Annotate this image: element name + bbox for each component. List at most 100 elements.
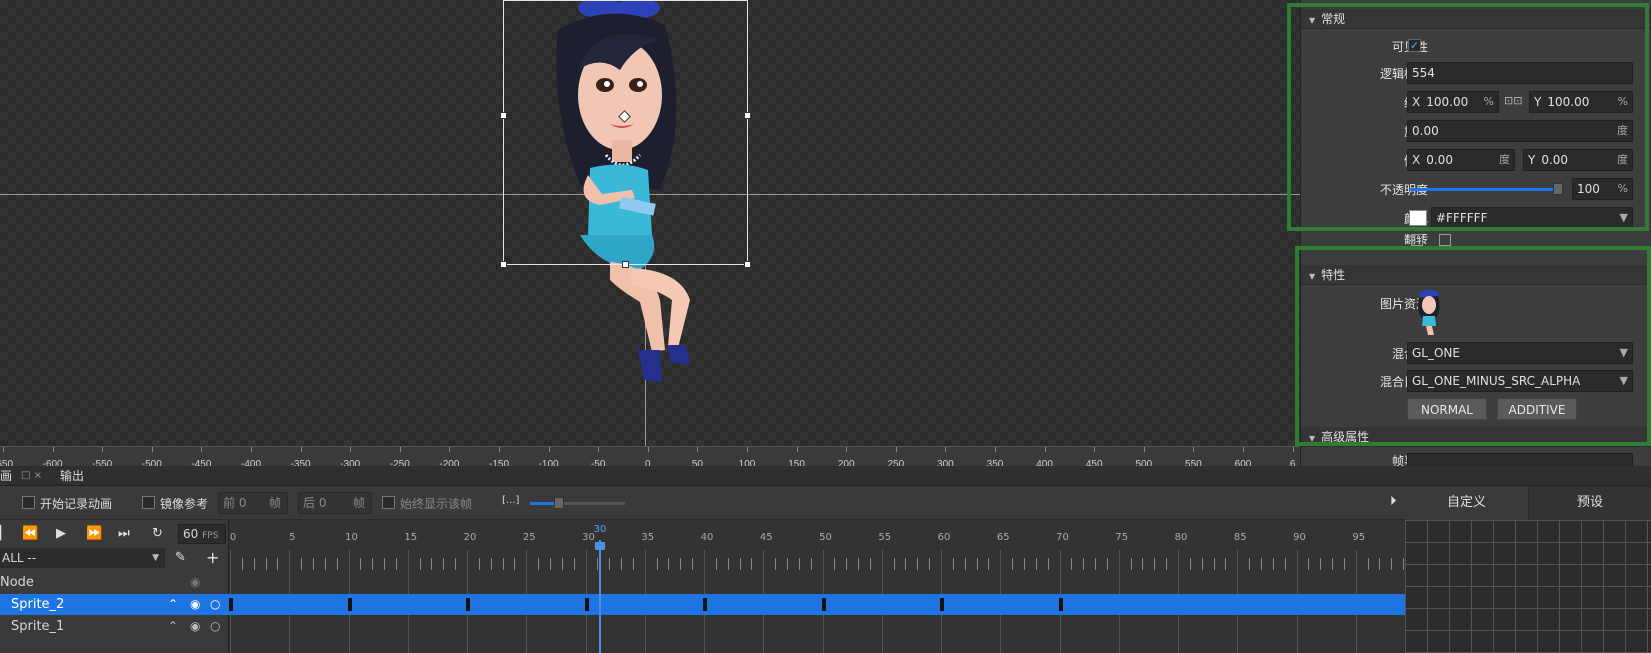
preset-curve-grid[interactable] (1405, 520, 1651, 653)
selected-track-bar[interactable] (229, 594, 1405, 615)
timeline-tick (893, 558, 895, 570)
resize-handle-sw[interactable] (500, 261, 507, 268)
frame-number: 90 (1293, 532, 1306, 543)
layer-row-sprite-2[interactable]: Sprite_2 ⌃ ◉ ○ (0, 594, 229, 615)
image-thumbnail[interactable] (1414, 290, 1444, 336)
scale-x-input[interactable]: X 100.00% (1407, 91, 1499, 113)
rotation-input[interactable]: 0.00 度 (1407, 120, 1633, 142)
blend-dst-dropdown[interactable]: GL_ONE_MINUS_SRC_ALPHA ▼ (1407, 370, 1633, 392)
before-frames-input[interactable]: 前 0 帧 (218, 492, 288, 514)
zoom-slider-thumb[interactable] (554, 497, 564, 509)
add-layer-icon[interactable]: + (206, 548, 219, 567)
tab-close-icon[interactable]: □ × (21, 466, 42, 486)
timeline-tick (1332, 558, 1334, 570)
keyframe[interactable] (584, 598, 589, 611)
timeline[interactable]: 30 0 5 10 15 20 25 30 35 40 45 50 55 60 65 70 75 80 85 90 9… (229, 520, 1405, 653)
prop-scale: 缩放 X100.00% ⊡⊡ Y100.00% (1301, 89, 1651, 115)
always-show-checkbox[interactable] (382, 496, 395, 509)
tab-custom[interactable]: 自定义 (1405, 486, 1529, 520)
layer-panel: ▏ ⏪ ▶ ⏩ ⏭ ↻ 60 FPS ALL -- ▼ ✎ + Node ◉ Sp… (0, 520, 229, 653)
selection-box[interactable] (503, 0, 748, 265)
prop-frame-event: 帧事件 (1301, 450, 1651, 466)
skip-end-icon[interactable]: ⏭ (118, 526, 130, 541)
ruler-tick (52, 447, 54, 452)
opacity-slider-track[interactable] (1409, 188, 1557, 191)
layer-row-node[interactable]: Node ◉ (0, 572, 229, 593)
rewind-icon[interactable]: ⏪ (22, 526, 38, 541)
scene-canvas[interactable] (0, 0, 1300, 446)
frame-number: 70 (1056, 532, 1069, 543)
color-swatch[interactable] (1409, 210, 1427, 226)
fast-forward-icon[interactable]: ⏩ (86, 526, 102, 541)
flip-horizontal-icon[interactable] (1411, 234, 1423, 246)
playhead[interactable] (599, 540, 601, 653)
timeline-tick (1201, 558, 1203, 570)
timeline-tick (253, 558, 255, 570)
link-scale-icon[interactable]: ⊡⊡ (1504, 94, 1522, 107)
play-to-end-icon[interactable]: ⏵ (1390, 494, 1397, 509)
fps-input[interactable]: 60 FPS (178, 524, 226, 544)
tab-output[interactable]: 输出 (60, 466, 84, 486)
frame-event-input[interactable] (1407, 453, 1633, 466)
tab-animation[interactable]: 画 (0, 466, 12, 486)
prev-frame-icon[interactable]: ▏ (0, 526, 10, 541)
zoom-slider-fill (530, 502, 555, 505)
frame-number: 0 (229, 532, 237, 543)
ruler-tick (399, 447, 401, 452)
timeline-tick (1095, 558, 1097, 570)
resize-handle-s[interactable] (622, 261, 629, 268)
visible-checkbox[interactable]: ✓ (1408, 39, 1421, 52)
scale-y-input[interactable]: Y 100.00% (1529, 91, 1633, 113)
layer-row-sprite-1[interactable]: Sprite_1 ⌃ ◉ ○ (0, 616, 229, 637)
keyframe[interactable] (940, 598, 944, 611)
resize-handle-se[interactable] (744, 261, 751, 268)
keyframe[interactable] (1058, 598, 1063, 611)
flip-vertical-icon[interactable] (1439, 234, 1451, 246)
ruler-tick (1094, 447, 1096, 452)
ruler-tick (1292, 447, 1294, 452)
section-features-header[interactable]: ▼ 特性 (1301, 265, 1651, 285)
layer-filter-dropdown[interactable]: ALL -- ▼ (0, 548, 165, 568)
frame-number: 60 (937, 532, 951, 543)
timeline-tick (1083, 558, 1085, 570)
keyframe[interactable] (821, 598, 826, 611)
ruler-tick (1243, 447, 1244, 452)
timeline-tick (561, 558, 563, 570)
normal-button[interactable]: NORMAL (1407, 398, 1487, 420)
loop-icon[interactable]: ↻ (152, 526, 163, 541)
opacity-input[interactable]: 100% (1572, 178, 1633, 200)
timeline-tick (846, 558, 848, 570)
keyframe[interactable] (466, 598, 470, 611)
section-general-header[interactable]: ▼ 常规 (1301, 9, 1651, 29)
skew-y-input[interactable]: Y 0.00 度 (1523, 149, 1633, 171)
skew-x-input[interactable]: X 0.00 度 (1407, 149, 1515, 171)
tab-preset[interactable]: 预设 (1529, 486, 1651, 520)
blend-src-dropdown[interactable]: GL_ONE ▼ (1407, 342, 1633, 364)
ruler-tick (201, 447, 203, 452)
resize-handle-nw[interactable] (500, 112, 507, 119)
frame-number: 35 (641, 532, 655, 543)
record-checkbox[interactable] (22, 496, 35, 509)
timeline-tick (727, 558, 729, 570)
opacity-slider-thumb[interactable] (1553, 183, 1563, 195)
ruler-tick (1143, 447, 1145, 452)
mirror-checkbox[interactable] (142, 496, 155, 509)
bracket-icon[interactable]: [...] (502, 495, 519, 506)
keyframe[interactable] (347, 598, 352, 611)
ruler-tick (102, 447, 104, 452)
keyframe[interactable] (229, 598, 233, 611)
play-icon[interactable]: ▶ (56, 526, 66, 541)
additive-button[interactable]: ADDITIVE (1497, 398, 1577, 420)
after-frames-input[interactable]: 后 0 帧 (298, 492, 372, 514)
timeline-tick (917, 558, 919, 570)
edit-pencil-icon[interactable]: ✎ (175, 550, 186, 565)
logic-tag-input[interactable]: 554 (1407, 62, 1633, 84)
color-dropdown[interactable]: #FFFFFF ▼ (1431, 207, 1633, 229)
frame-number: 55 (878, 532, 892, 543)
resize-handle-ne[interactable] (744, 112, 751, 119)
ruler-tick (747, 447, 748, 452)
keyframe[interactable] (703, 598, 707, 611)
ruler-tick (449, 447, 451, 452)
timeline-tick (834, 558, 836, 570)
section-advanced-header[interactable]: ▼ 高级属性 (1301, 427, 1651, 447)
